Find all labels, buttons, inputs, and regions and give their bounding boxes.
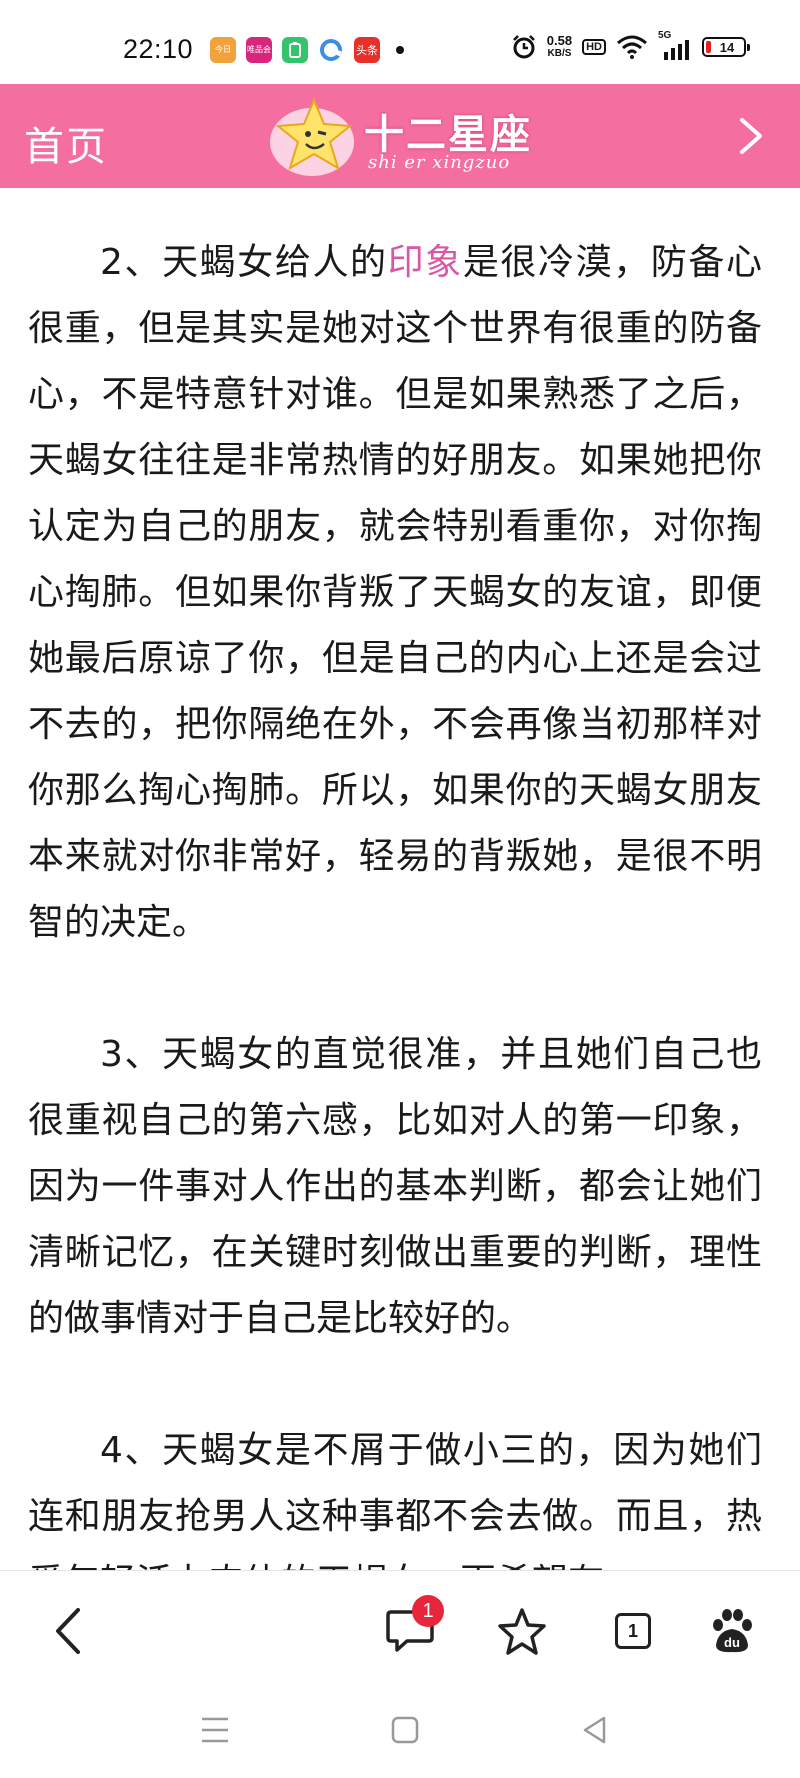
toutiao-app-icon: 头条 [354,37,380,63]
home-link[interactable]: 首页 [24,114,108,172]
keyword-link[interactable]: 印象 [388,242,463,283]
battery-app-icon [282,37,308,63]
baidu-button[interactable]: du [702,1601,762,1661]
star-mascot-icon [270,97,354,176]
site-logo[interactable]: 十二星座 shi er xingzuo [268,94,538,180]
baidu-paw-icon: du [713,1609,752,1653]
news-app-icon: 今日 [210,37,236,63]
chevron-right-icon[interactable] [730,116,770,156]
star-icon [498,1608,546,1655]
baidu-label: du [724,1635,740,1650]
comment-count-badge: 1 [412,1595,444,1627]
paragraph-2-rest: 是很冷漠，防备心很重，但是其实是她对这个世界有很重的防备心，不是特意针对谁。但是… [28,242,762,943]
net-speed-value: 0.58 [546,33,573,48]
comments-button[interactable]: 1 [380,1595,444,1661]
logo-subtitle: shi er xingzuo [368,152,511,173]
triangle-back-icon [583,1716,606,1744]
status-bar: 22:10 今日 唯品会 头条 0.58 KB/S HD 5G 14 [0,0,800,84]
tab-count: 1 [615,1613,651,1649]
tabs-button[interactable]: 1 [603,1601,663,1661]
favorite-button[interactable] [492,1601,552,1661]
home-button[interactable] [385,1710,425,1750]
system-back-button[interactable] [575,1710,615,1750]
vipshop-app-icon: 唯品会 [246,37,272,63]
notification-icons: 今日 唯品会 头条 [210,37,404,63]
net-speed: 0.58 KB/S [547,34,572,60]
system-nav-bar [0,1688,800,1778]
paragraph-2: 2、天蝎女给人的印象是很冷漠，防备心很重，但是其实是她对这个世界有很重的防备心，… [28,230,762,956]
paragraph-3: 3、天蝎女的直觉很准，并且她们自己也很重视自己的第六感，比如对人的第一印象，因为… [28,1034,762,1339]
browser-app-icon [318,37,344,63]
recent-apps-button[interactable] [195,1710,235,1750]
alarm-icon [512,35,535,59]
status-time: 22:10 [123,34,194,64]
square-icon [391,1716,419,1744]
paragraph-2-start: 2、天蝎女给人的 [100,242,388,283]
chevron-left-icon [56,1608,80,1654]
hd-badge: HD [582,39,606,55]
net-speed-unit: KB/S [547,48,572,59]
more-notifications-dot [396,46,404,54]
signal-bars-icon [664,40,689,60]
browser-toolbar: 1 1 du [0,1570,800,1689]
wifi-icon [617,35,647,59]
menu-icon [202,1717,228,1743]
cell-signal: 5G [658,30,692,60]
article-body: 2、天蝎女给人的印象是很冷漠，防备心很重，但是其实是她对这个世界有很重的防备心，… [28,230,762,1682]
battery-indicator: 14 [702,37,750,57]
back-button[interactable] [38,1601,98,1661]
site-header: 首页 十二星座 shi er xingzuo [0,84,800,188]
battery-level: 14 [719,39,735,55]
status-indicators: 0.58 KB/S HD 5G 14 [511,30,750,60]
